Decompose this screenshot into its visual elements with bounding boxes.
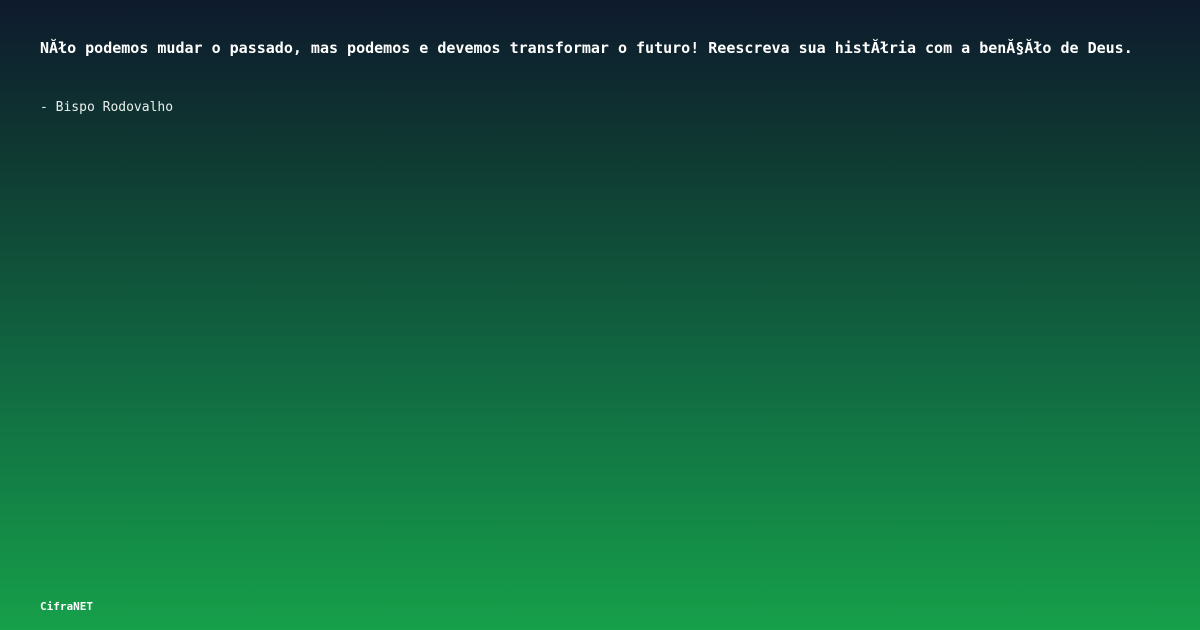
brand-name: CifraNET bbox=[40, 600, 93, 613]
quote-text: NĂło podemos mudar o passado, mas podemo… bbox=[40, 39, 1133, 57]
quote-author: - Bispo Rodovalho bbox=[40, 100, 174, 115]
quote-card: NĂło podemos mudar o passado, mas podemo… bbox=[0, 0, 1200, 630]
